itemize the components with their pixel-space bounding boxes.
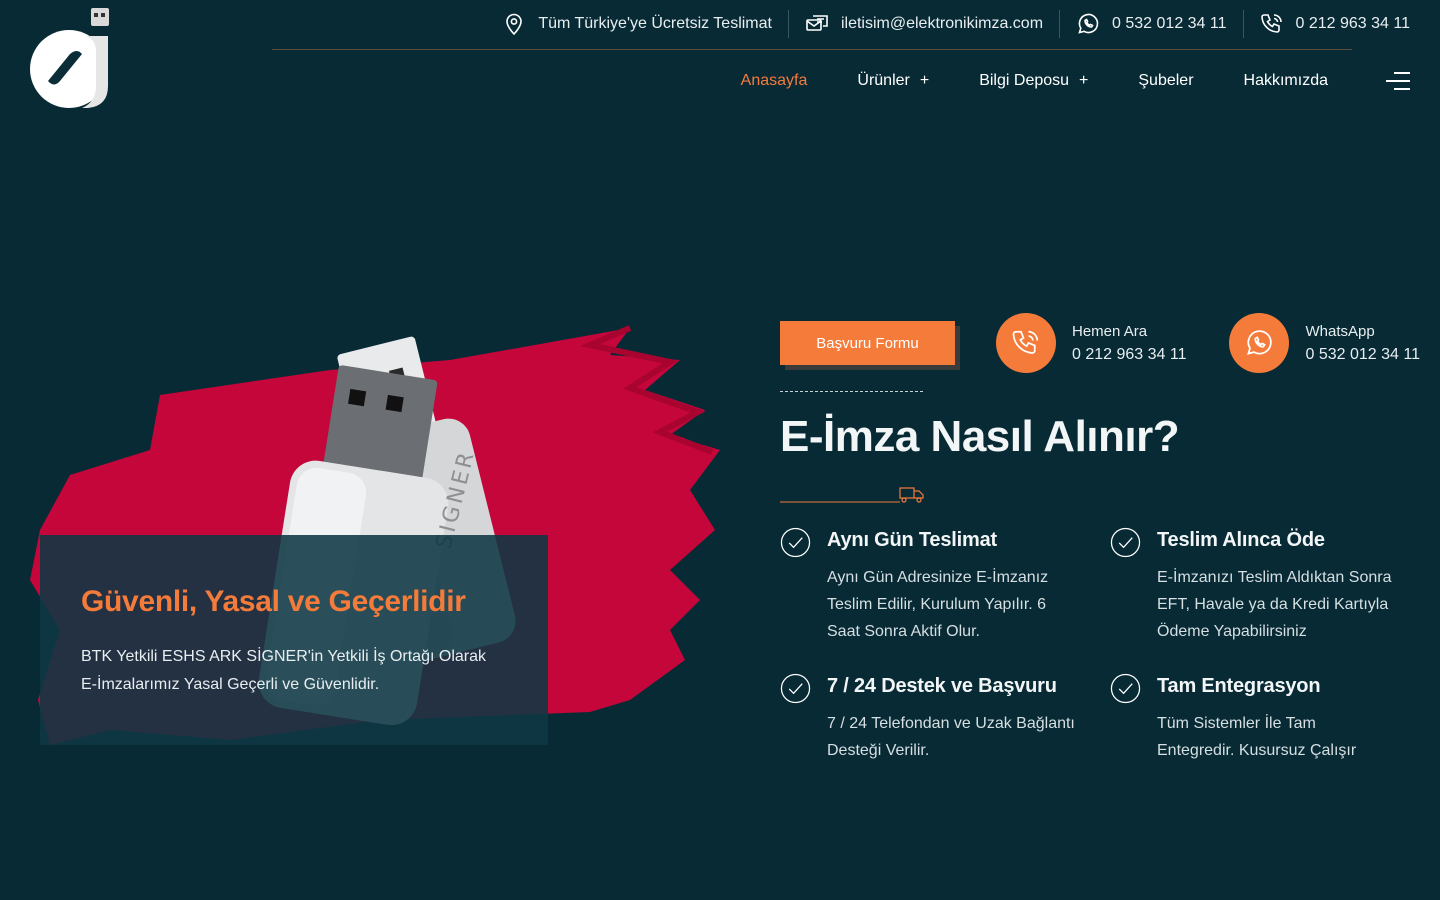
mail-icon: [806, 15, 828, 31]
feature-text: E-İmzanızı Teslim Aldıktan Sonra EFT, Ha…: [1157, 569, 1392, 640]
nav-label: Anasayfa: [740, 72, 808, 89]
location-pin-icon: [506, 13, 523, 36]
whatsapp-icon: [1078, 13, 1099, 34]
delivery-truck-icon: [780, 487, 924, 503]
hero-caption-card: Güvenli, Yasal ve Geçerlidir BTK Yetkili…: [40, 535, 548, 745]
nav-item-hakkimizda[interactable]: Hakkımızda: [1244, 70, 1328, 92]
nav-item-subeler[interactable]: Şubeler: [1138, 70, 1193, 92]
nav-label: Bilgi Deposu: [979, 72, 1070, 89]
features-grid: Aynı Gün Teslimat Aynı Gün Adresinize E-…: [780, 527, 1420, 764]
nav-label: Şubeler: [1138, 72, 1194, 89]
feature-title: Tam Entegrasyon: [1157, 675, 1321, 697]
hero-visual: SIGNER Güvenli, Yasal ve Geçerlidir BTK …: [30, 300, 720, 760]
plus-icon: +: [919, 72, 930, 89]
section-title: E-İmza Nasıl Alınır?: [780, 412, 1180, 461]
whatsapp-label: WhatsApp: [1305, 322, 1375, 340]
feature-text: 7 / 24 Telefondan ve Uzak Bağlantı Deste…: [827, 715, 1075, 759]
call-now-contact[interactable]: Hemen Ara 0 212 963 34 11: [996, 313, 1186, 373]
shipping-info: Tüm Türkiye'ye Ücretsiz Teslimat: [486, 10, 788, 38]
site-logo[interactable]: [30, 6, 112, 110]
whatsapp-contact[interactable]: WhatsApp 0 532 012 34 11: [1229, 313, 1420, 373]
nav-label: Ürünler: [857, 72, 910, 89]
feature-item: Teslim Alınca Öde E-İmzanızı Teslim Aldı…: [1110, 527, 1420, 645]
cta-row: Başvuru Formu Hemen Ara 0 212 963 34 11 …: [780, 313, 1420, 373]
phone-text: 0 212 963 34 11: [1295, 15, 1410, 32]
email-text: iletisim@elektronikimza.com: [840, 15, 1044, 32]
topbar-divider: [272, 49, 1352, 50]
check-circle-icon: [780, 673, 811, 704]
check-circle-icon: [780, 527, 811, 558]
nav-item-urunler[interactable]: Ürünler +: [857, 70, 929, 92]
feature-title: Aynı Gün Teslimat: [827, 529, 997, 551]
feature-title: 7 / 24 Destek ve Başvuru: [827, 675, 1057, 697]
whatsapp-text: 0 532 012 34 11: [1112, 15, 1227, 32]
feature-item: 7 / 24 Destek ve Başvuru 7 / 24 Telefond…: [780, 673, 1110, 764]
feature-item: Tam Entegrasyon Tüm Sistemler İle Tam En…: [1110, 673, 1420, 764]
feature-item: Aynı Gün Teslimat Aynı Gün Adresinize E-…: [780, 527, 1110, 645]
shipping-text: Tüm Türkiye'ye Ücretsiz Teslimat: [538, 15, 772, 32]
whatsapp-number: 0 532 012 34 11: [1305, 345, 1420, 363]
phone-link[interactable]: 0 212 963 34 11: [1242, 10, 1410, 38]
feature-text: Tüm Sistemler İle Tam Entegredir. Kusurs…: [1157, 715, 1357, 759]
title-dash-decoration: [780, 391, 923, 392]
phone-icon: [1260, 14, 1282, 33]
hero-heading: Güvenli, Yasal ve Geçerlidir: [81, 585, 466, 618]
call-circle: [996, 313, 1056, 373]
apply-form-button[interactable]: Başvuru Formu: [780, 321, 955, 365]
call-label: Hemen Ara: [1072, 322, 1148, 340]
top-info-bar: Tüm Türkiye'ye Ücretsiz Teslimat iletisi…: [486, 0, 1410, 48]
hamburger-menu-icon[interactable]: [1386, 70, 1410, 92]
call-number: 0 212 963 34 11: [1072, 345, 1187, 363]
feature-text: Aynı Gün Adresinize E-İmzanız Teslim Edi…: [827, 569, 1049, 640]
hero-text: BTK Yetkili ESHS ARK SİGNER'in Yetkili İ…: [81, 648, 486, 693]
nav-item-anasayfa[interactable]: Anasayfa: [741, 70, 808, 92]
main-nav: Anasayfa Ürünler + Bilgi Deposu + Şubele…: [741, 70, 1328, 92]
whatsapp-link[interactable]: 0 532 012 34 11: [1059, 10, 1242, 38]
check-circle-icon: [1110, 527, 1141, 558]
phone-icon: [1012, 330, 1039, 354]
whatsapp-circle: [1229, 313, 1290, 373]
check-circle-icon: [1110, 673, 1141, 704]
email-link[interactable]: iletisim@elektronikimza.com: [787, 10, 1059, 38]
feature-title: Teslim Alınca Öde: [1157, 529, 1325, 551]
nav-item-bilgi-deposu[interactable]: Bilgi Deposu +: [979, 70, 1088, 92]
plus-icon: +: [1079, 72, 1089, 89]
whatsapp-icon: [1247, 330, 1273, 355]
nav-label: Hakkımızda: [1243, 72, 1328, 89]
